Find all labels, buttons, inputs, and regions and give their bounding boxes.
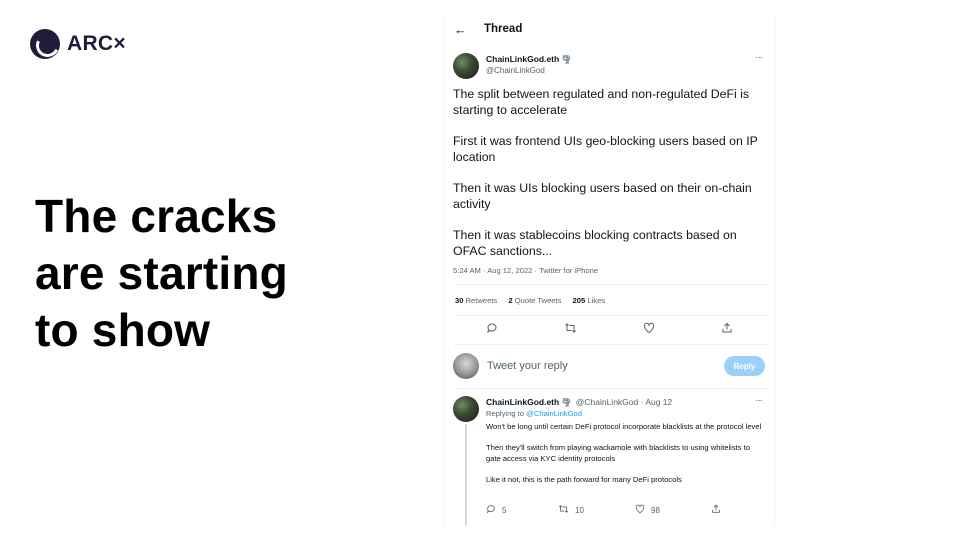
reply-avatar[interactable] <box>453 396 479 422</box>
reply-share-action[interactable] <box>711 504 727 516</box>
tweet-paragraph: Then it was UIs blocking users based on … <box>453 181 752 211</box>
quote-tweets-stat[interactable]: 2 Quote Tweets <box>508 296 561 305</box>
divider <box>453 315 768 316</box>
retweet-icon <box>558 504 569 516</box>
like-icon <box>635 504 645 516</box>
divider <box>453 388 768 389</box>
arcx-logo-mark-icon <box>30 29 60 59</box>
reply-reply-action[interactable]: 5 <box>486 504 506 516</box>
author-handle[interactable]: @ChainLinkGod <box>486 66 545 75</box>
slide-headline: The cracks are starting to show <box>35 188 355 359</box>
reply-body: Won't be long until certain DeFi protoco… <box>486 421 766 495</box>
headline-line: to show <box>35 304 211 356</box>
divider <box>453 344 768 345</box>
like-icon[interactable] <box>642 321 656 335</box>
tweet-body: The split between regulated and non-regu… <box>453 86 769 274</box>
reply-icon[interactable] <box>485 321 499 335</box>
tornado-badge-icon: 🌪 <box>561 55 572 64</box>
author-name[interactable]: ChainLinkGod.eth 🌪 <box>486 54 571 64</box>
tweet-timestamp[interactable]: 5:24 AM · Aug 12, 2022 · Twitter for iPh… <box>453 266 598 275</box>
thread-title: Thread <box>484 23 523 35</box>
headline-line: The cracks <box>35 190 278 242</box>
avatar[interactable] <box>453 53 479 79</box>
thread-connector-line <box>465 424 467 525</box>
reply-paragraph: Like it not, this is the path forward fo… <box>486 475 682 484</box>
more-options-icon[interactable]: ··· <box>755 52 763 63</box>
back-arrow-icon[interactable]: ← <box>454 22 467 37</box>
reply-paragraph: Then they'll switch from playing wackamo… <box>486 443 750 463</box>
arcx-logo-text: ARC× <box>67 32 126 55</box>
headline-line: are starting <box>35 247 288 299</box>
more-options-icon[interactable]: ··· <box>755 395 763 406</box>
reply-input[interactable]: Tweet your reply <box>487 360 568 372</box>
retweets-stat[interactable]: 30 Retweets <box>455 296 497 305</box>
tweet-paragraph: The split between regulated and non-regu… <box>453 87 749 117</box>
retweet-icon[interactable] <box>563 321 577 335</box>
reply-author[interactable]: ChainLinkGod.eth 🌪 @ChainLinkGod · Aug 12 <box>486 397 672 407</box>
divider <box>453 284 768 285</box>
reply-handle-date: @ChainLinkGod · Aug 12 <box>575 397 673 407</box>
share-icon[interactable] <box>720 321 734 335</box>
thread-header: ← Thread <box>445 15 774 45</box>
arcx-logo: ARC× <box>30 29 126 59</box>
reply-button[interactable]: Reply <box>724 356 765 376</box>
share-icon <box>711 504 721 516</box>
reply-paragraph: Won't be long until certain DeFi protoco… <box>486 422 762 431</box>
tweet-thread-screenshot: ← Thread ChainLinkGod.eth 🌪 @ChainLinkGod… <box>444 15 775 525</box>
tweet-paragraph: Then it was stablecoins blocking contrac… <box>453 228 737 258</box>
my-avatar <box>453 353 479 379</box>
replying-to-link[interactable]: @ChainLinkGod <box>526 409 582 418</box>
tornado-badge-icon: 🌪 <box>561 398 572 407</box>
tweet-stats: 30 Retweets 2 Quote Tweets 205 Likes <box>455 296 614 305</box>
reply-like-action[interactable]: 98 <box>635 504 660 516</box>
reply-icon <box>486 504 496 516</box>
tweet-paragraph: First it was frontend UIs geo-blocking u… <box>453 134 758 164</box>
likes-stat[interactable]: 205 Likes <box>573 296 606 305</box>
reply-retweet-action[interactable]: 10 <box>558 504 584 516</box>
replying-to: Replying to @ChainLinkGod <box>486 409 582 418</box>
